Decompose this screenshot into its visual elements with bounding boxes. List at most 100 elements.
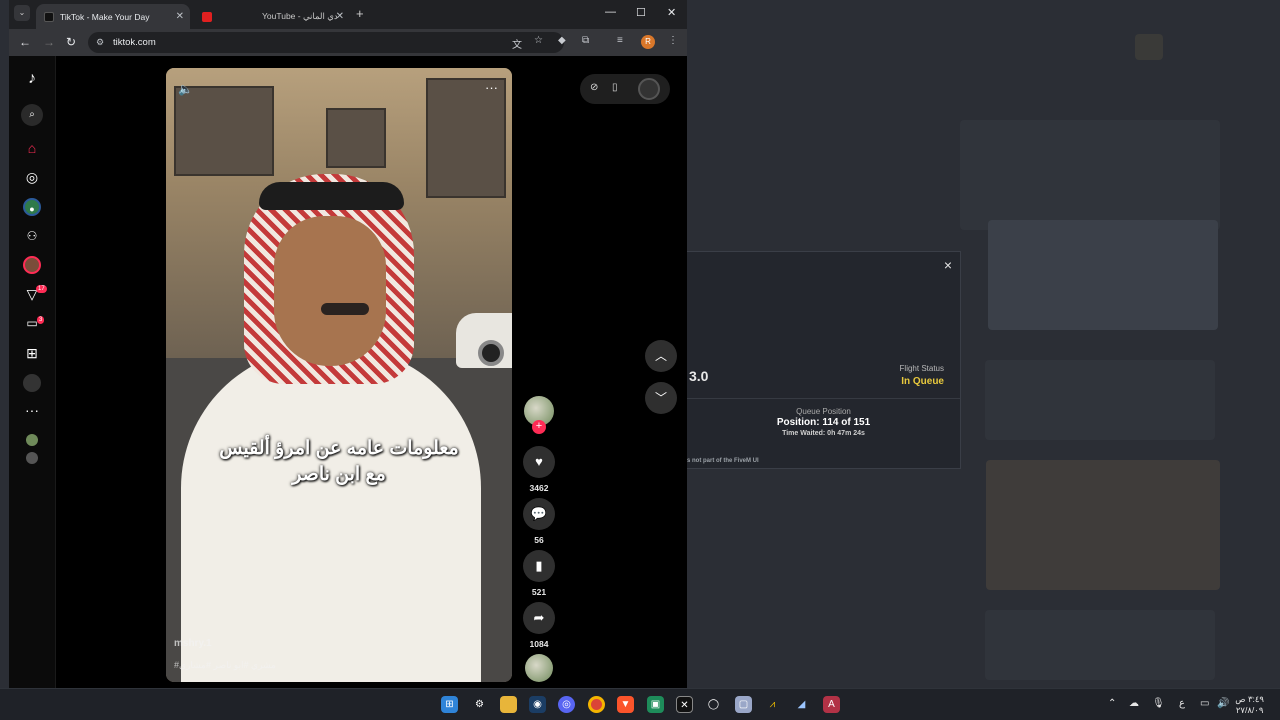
windows-taskbar: ⊞ ⚙ ◉ ◎ ▼ ▣ ✕ ◯ ▢ ⩘ ◢ A ⌃ ☁ 🎙 ع ▭ 🔊 ٣:٤٩…: [0, 688, 1280, 720]
following-avatar-icon[interactable]: [26, 452, 38, 464]
share-count: 1084: [529, 639, 549, 649]
friends-avatar-icon[interactable]: [23, 256, 41, 274]
chrome-icon[interactable]: [588, 696, 605, 713]
github-icon[interactable]: ◯: [705, 696, 722, 713]
video-frame-window: [174, 86, 274, 176]
address-bar[interactable]: ⚙ tiktok.com 文 ☆: [88, 32, 564, 53]
mic-icon[interactable]: 🎙: [1152, 698, 1165, 709]
capcut-icon[interactable]: ✕: [676, 696, 693, 713]
bookmark-icon[interactable]: ▮: [523, 550, 555, 582]
tab-tiktok[interactable]: TikTok - Make Your Day ✕: [36, 4, 190, 29]
app-settings-gear-icon[interactable]: ⚙: [471, 696, 488, 713]
live-globe-icon[interactable]: ●: [23, 198, 41, 216]
steam-secondary-icon[interactable]: ◢: [793, 696, 810, 713]
following-icon[interactable]: ⚇: [23, 227, 41, 245]
video-more-icon[interactable]: ···: [485, 80, 498, 95]
browser-toolbar: ← → ↻ ⚙ tiktok.com 文 ☆ ◆ ⧉ ≡ R ⋮: [9, 29, 687, 56]
save-count: 521: [531, 587, 547, 597]
like-heart-icon[interactable]: ♥: [523, 446, 555, 478]
time-waited: Time Waited: 0h 47m 24s: [782, 430, 865, 437]
launcher-blur-panel: [985, 610, 1215, 680]
queue-position: Position: 114 of 151: [776, 417, 871, 428]
system-clock[interactable]: ٣:٤٩ ص ٢٧/٨/٠٩: [1235, 694, 1264, 716]
video-frame-window: [326, 108, 386, 168]
queue-dialog: × 3.0 Flight Status In Queue Queue Posit…: [687, 251, 961, 469]
upload-icon[interactable]: ⊞: [23, 344, 41, 362]
launcher-blur-panel: [960, 120, 1220, 230]
comment-icon[interactable]: 💬: [523, 498, 555, 530]
home-icon[interactable]: ⌂: [23, 139, 41, 157]
close-tab-icon[interactable]: ✕: [176, 11, 184, 22]
video-frame-person: [181, 348, 481, 682]
player-controls-pill: ⊘ ▯: [580, 74, 670, 104]
menu-dots-icon[interactable]: ⋮: [668, 35, 678, 46]
dialog-close-button[interactable]: ×: [944, 257, 952, 273]
reading-list-icon[interactable]: ≡: [617, 35, 623, 46]
tab-search-button[interactable]: ⌄: [14, 5, 30, 21]
site-info-icon[interactable]: ⚙: [96, 37, 104, 48]
video-player[interactable]: 🔈 ··· معلومات عامه عن امرؤ ألقيس مع ابن …: [166, 68, 512, 682]
volume-icon[interactable]: 🔈: [178, 82, 193, 96]
tiktok-sidebar: ♪ ⌕ ⌂ ◎ ● ⚇ ▽ 17 ▭ 3 ⊞ ···: [9, 56, 56, 688]
tiktok-page: ♪ ⌕ ⌂ ◎ ● ⚇ ▽ 17 ▭ 3 ⊞ ··· 🔈 ··· معلومات…: [9, 56, 687, 688]
whatsapp-icon[interactable]: ▣: [647, 696, 664, 713]
explore-compass-icon[interactable]: ◎: [23, 168, 41, 186]
bookmark-star-icon[interactable]: ☆: [534, 35, 543, 46]
minimize-button[interactable]: —: [605, 6, 616, 18]
youtube-favicon-icon: [202, 11, 212, 22]
video-hashtags: #مشري #ابو ناصر #مشاري: [174, 660, 276, 670]
app-icon[interactable]: ⩘: [764, 696, 781, 713]
flight-status-label: Flight Status: [899, 364, 944, 373]
profile-avatar[interactable]: R: [641, 35, 655, 49]
like-count: 3462: [529, 483, 549, 493]
tray-app-icon[interactable]: ☁: [1129, 698, 1139, 709]
tab-youtube[interactable]: YouTube - دي الماني ✕: [194, 4, 350, 29]
extensions-puzzle-icon[interactable]: ⧉: [582, 35, 589, 46]
version-text: 3.0: [689, 368, 709, 384]
mini-player-icon[interactable]: ▯: [612, 82, 618, 93]
maximize-button[interactable]: ☐: [636, 6, 646, 19]
language-indicator[interactable]: ع: [1179, 698, 1185, 709]
video-frame-window: [426, 78, 506, 198]
auto-scroll-icon[interactable]: ⊘: [590, 82, 598, 93]
next-video-button[interactable]: ﹀: [645, 382, 677, 414]
tray-chevron-icon[interactable]: ⌃: [1108, 698, 1116, 709]
new-tab-button[interactable]: +: [356, 6, 364, 21]
steam-icon[interactable]: ◉: [529, 696, 546, 713]
back-icon[interactable]: ←: [19, 35, 31, 49]
app-icon[interactable]: ▢: [735, 696, 752, 713]
music-disc-icon[interactable]: [525, 654, 553, 682]
flight-status-value: In Queue: [901, 376, 944, 387]
profile-avatar-icon[interactable]: [23, 374, 41, 392]
close-tab-icon[interactable]: ✕: [336, 11, 344, 22]
forward-icon[interactable]: →: [43, 35, 55, 49]
network-icon[interactable]: ▭: [1200, 698, 1209, 709]
tab-strip: ⌄ TikTok - Make Your Day ✕ YouTube - دي …: [9, 0, 687, 29]
settings-circle-icon[interactable]: [638, 78, 660, 100]
caption-line-2: مع ابن ناصر: [292, 464, 386, 485]
arc-icon[interactable]: A: [823, 696, 840, 713]
disclaimer-text: s not part of the FiveM UI: [687, 458, 759, 464]
extension-diamond-icon[interactable]: ◆: [558, 35, 566, 46]
follow-plus-icon[interactable]: +: [532, 420, 546, 434]
discord-icon[interactable]: ◎: [558, 696, 575, 713]
brave-icon[interactable]: ▼: [617, 696, 634, 713]
previous-video-button[interactable]: ︿: [645, 340, 677, 372]
video-frame-moustache: [321, 303, 369, 315]
video-frame-agal: [259, 182, 404, 210]
comment-count: 56: [534, 535, 544, 545]
start-windows-icon[interactable]: ⊞: [441, 696, 458, 713]
share-icon[interactable]: ➦: [523, 602, 555, 634]
close-window-button[interactable]: ✕: [667, 6, 676, 19]
translate-icon[interactable]: 文: [512, 36, 522, 51]
reload-icon[interactable]: ↻: [66, 35, 76, 49]
launcher-blur-image: [986, 460, 1220, 590]
more-icon[interactable]: ···: [23, 401, 41, 419]
following-avatar-icon[interactable]: [26, 434, 38, 446]
file-explorer-icon[interactable]: [500, 696, 517, 713]
search-icon[interactable]: ⌕: [21, 104, 43, 126]
tiktok-logo-icon[interactable]: ♪: [23, 70, 41, 88]
volume-tray-icon[interactable]: 🔊: [1217, 698, 1229, 709]
tab-title: YouTube - دي الماني: [262, 11, 338, 21]
clock-time: ٣:٤٩ ص: [1235, 694, 1264, 704]
